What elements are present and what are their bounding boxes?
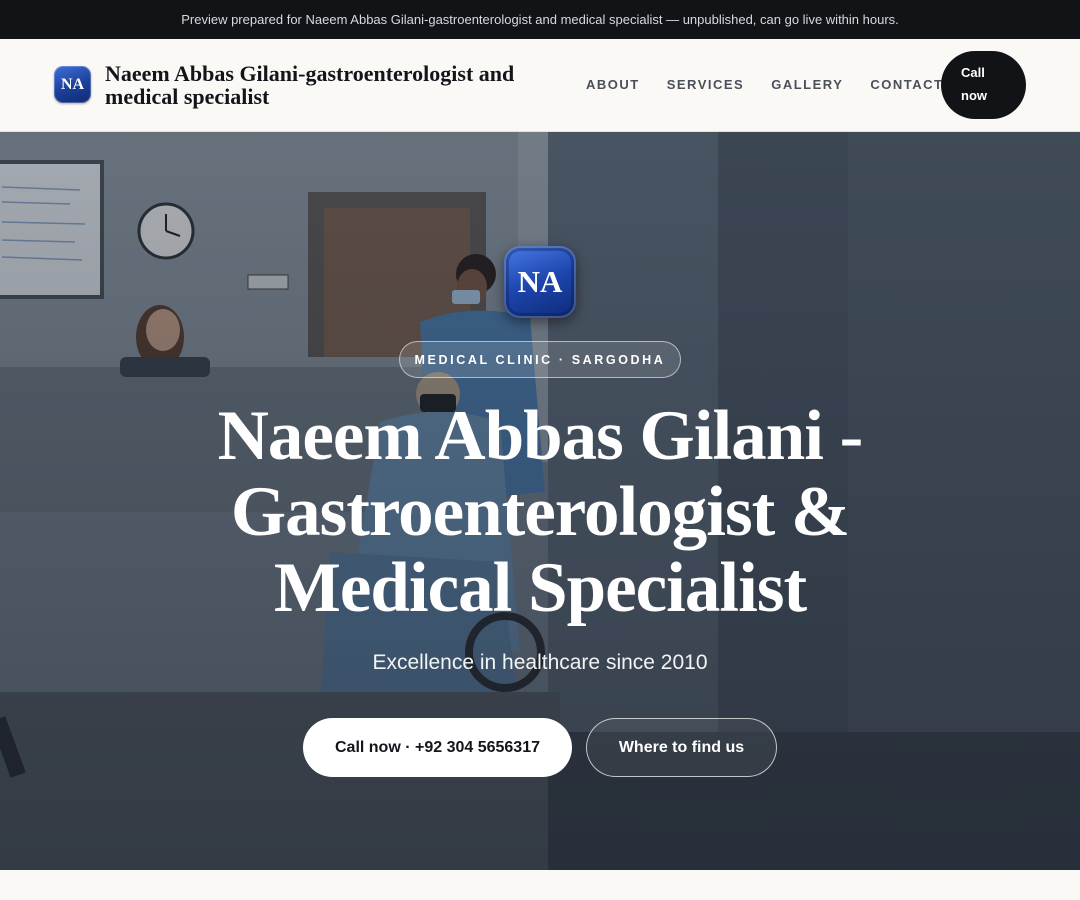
hero-section: NA MEDICAL CLINIC · SARGODHA Naeem Abbas… [0,132,1080,870]
preview-banner: Preview prepared for Naeem Abbas Gilani-… [0,0,1080,39]
hero-logo-badge: NA [504,246,576,318]
brand-name[interactable]: Naeem Abbas Gilani-gastroenterologist an… [105,62,545,108]
nav-gallery[interactable]: GALLERY [771,77,843,92]
clinic-location-pill: MEDICAL CLINIC · SARGODHA [399,341,681,378]
call-now-button[interactable]: Call now · +92 304 5656317 [303,718,572,777]
hero-title: Naeem Abbas Gilani - Gastroenterologist … [217,397,864,627]
site-header: NA Naeem Abbas Gilani-gastroenterologist… [0,39,1080,132]
nav-services[interactable]: SERVICES [667,77,745,92]
hero-badge-initials: NA [517,264,563,299]
main-nav: ABOUT SERVICES GALLERY CONTACT [586,77,943,92]
preview-banner-text: Preview prepared for Naeem Abbas Gilani-… [181,12,899,27]
nav-contact[interactable]: CONTACT [870,77,943,92]
logo-badge[interactable]: NA [54,66,91,103]
header-call-button[interactable]: Call now [941,51,1026,119]
hero-subtitle: Excellence in healthcare since 2010 [372,651,708,674]
logo-initials: NA [60,75,85,93]
where-to-find-us-button[interactable]: Where to find us [586,718,777,777]
nav-about[interactable]: ABOUT [586,77,640,92]
